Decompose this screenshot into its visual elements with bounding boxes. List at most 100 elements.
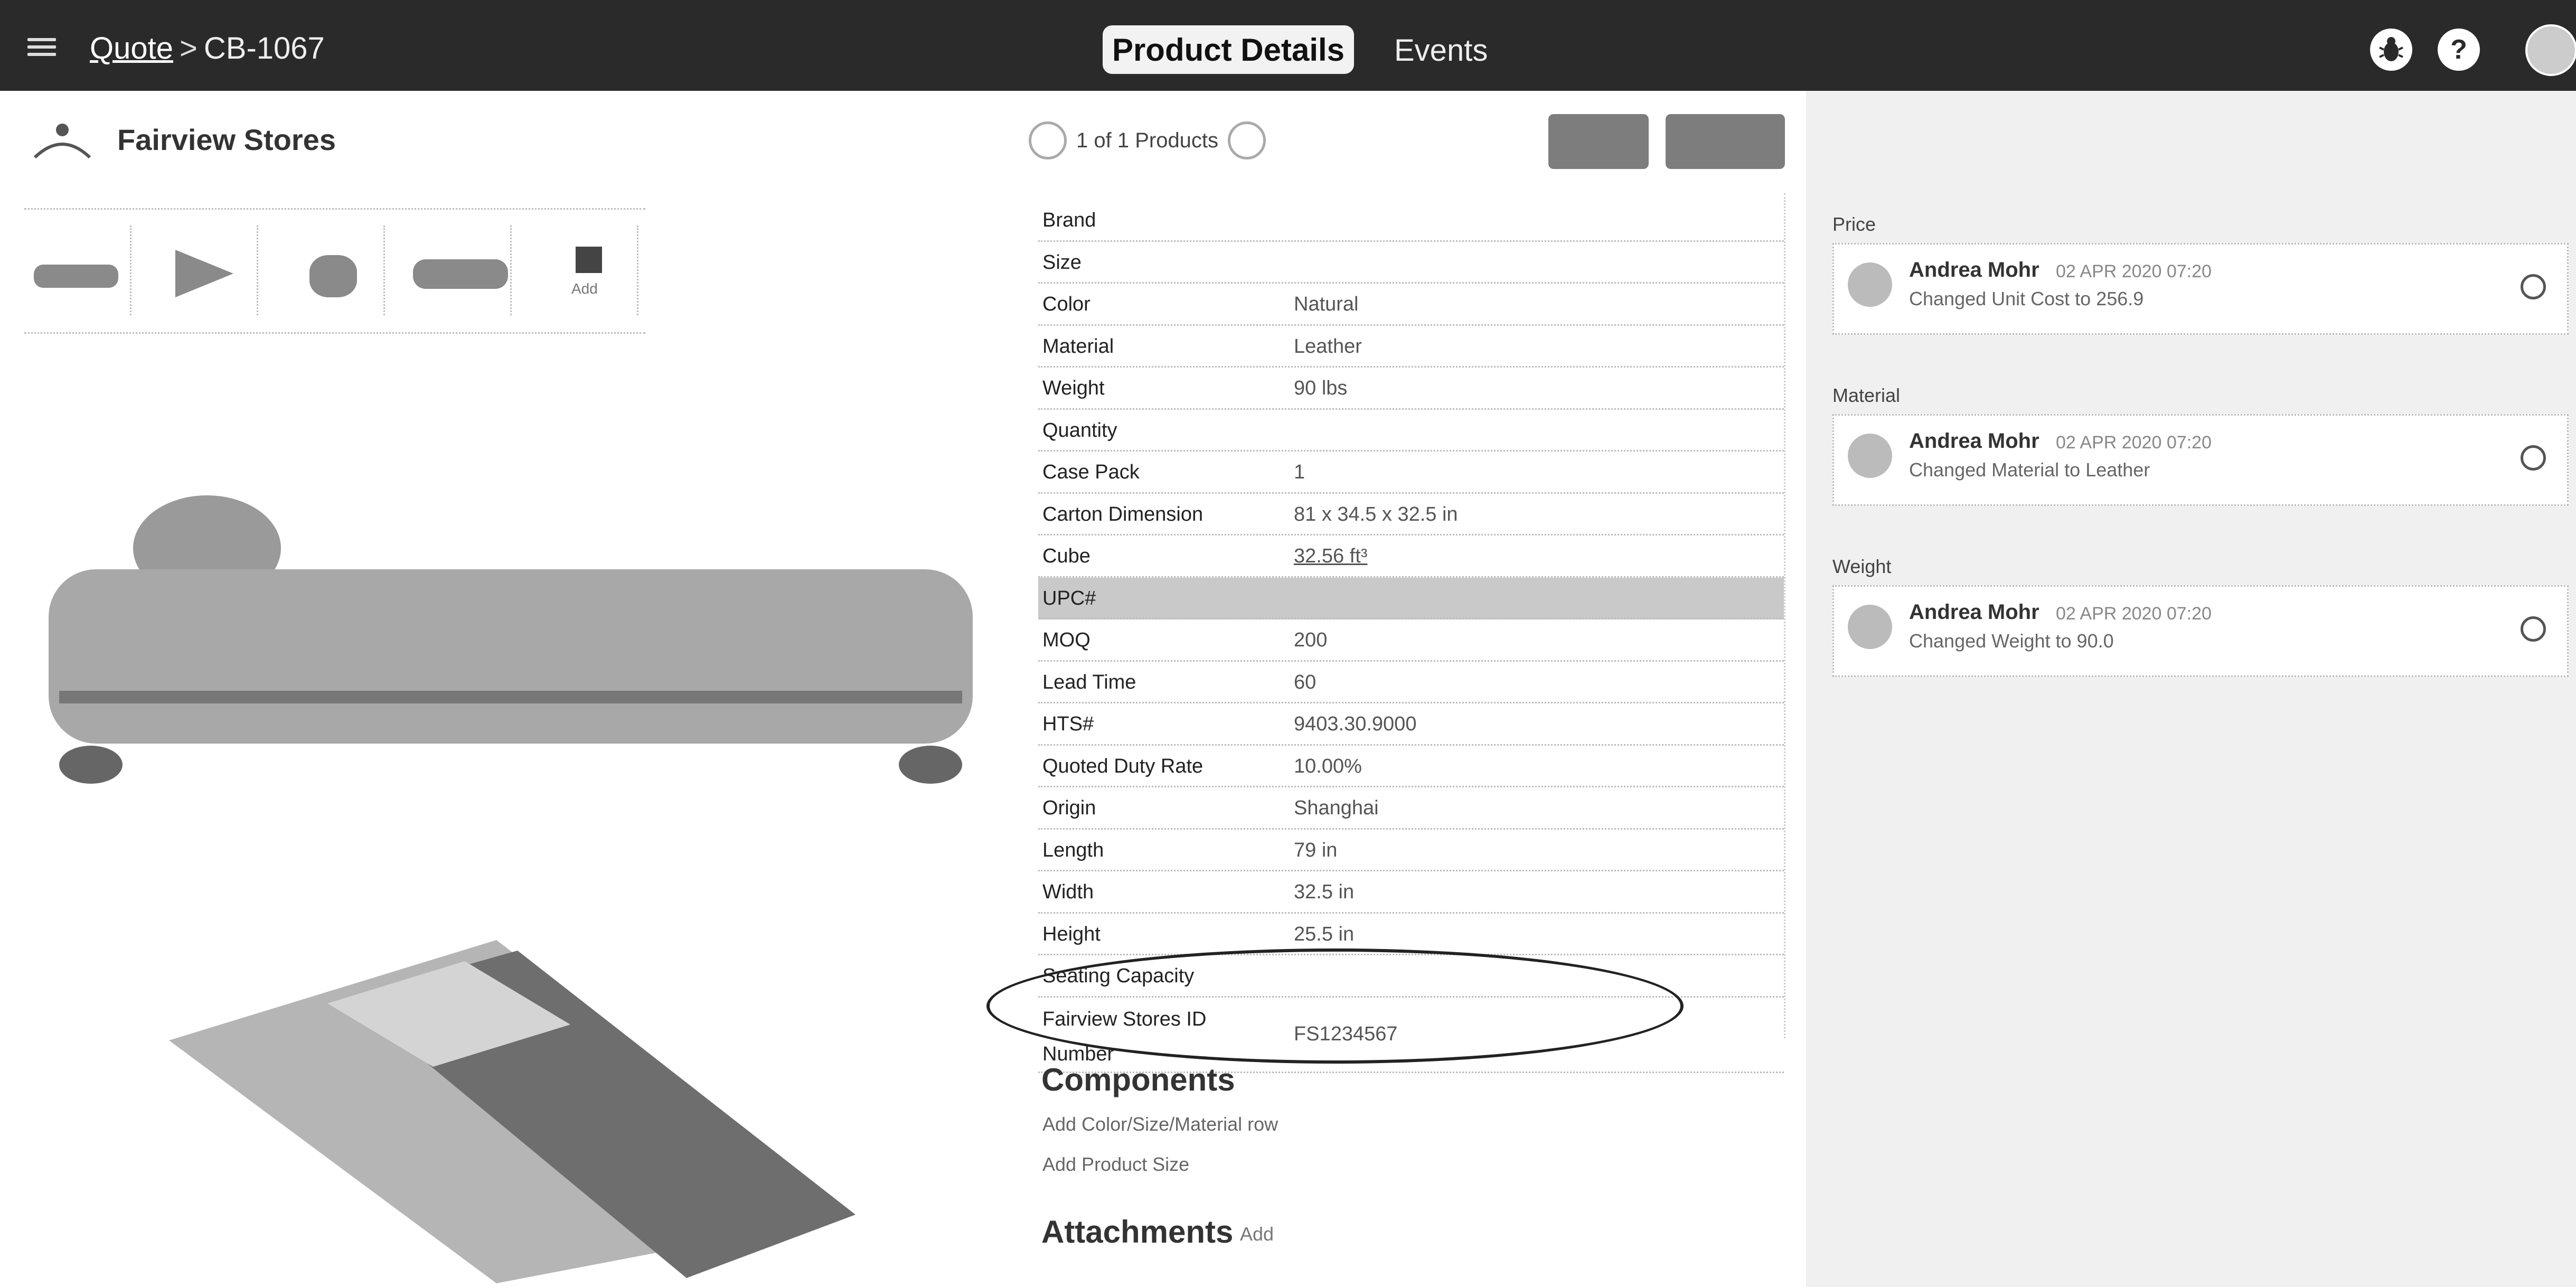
attribute-value[interactable]: 10.00% (1294, 755, 1362, 778)
attribute-key: Case Pack (1042, 461, 1140, 483)
attribute-key: MOQ (1042, 629, 1090, 651)
attribute-row: MOQ 200 (1038, 619, 1784, 662)
attribute-row: Size (1038, 242, 1784, 284)
attribute-key: Width (1042, 881, 1094, 903)
breadcrumb-quote-link[interactable]: Quote (90, 31, 173, 65)
thumbnail-sofa-front[interactable] (24, 226, 131, 315)
event-group-label: Weight (1832, 556, 1892, 577)
attribute-key: Carton Dimension (1042, 503, 1204, 525)
attribute-row: Quoted Duty Rate 10.00% (1038, 746, 1784, 787)
attribute-row: Length 79 in (1038, 830, 1784, 871)
attribute-key: Material (1042, 335, 1114, 358)
product-pager: 1 of 1 Products (1029, 119, 1293, 162)
attribute-row: Quantity (1038, 410, 1784, 452)
attribute-value[interactable]: 79 in (1294, 839, 1337, 862)
event-date: 02 APR 2020 07:20 (2056, 261, 2212, 281)
history-icon[interactable] (2521, 274, 2546, 299)
attribute-row-highlighted: UPC# (1038, 577, 1784, 619)
attribute-key: Brand (1042, 209, 1096, 231)
user-avatar[interactable] (2525, 24, 2576, 76)
add-color-size-material-link[interactable]: Add Color/Size/Material row (1042, 1113, 1278, 1135)
attribute-value[interactable]: 32.56 ft³ (1294, 545, 1367, 568)
event-description: Changed Material to Leather (1909, 459, 2150, 481)
attribute-row: Origin Shanghai (1038, 787, 1784, 830)
attribute-row: Weight 90 lbs (1038, 368, 1784, 410)
attribute-value[interactable]: 32.5 in (1294, 881, 1354, 904)
attribute-value[interactable]: FS1234567 (1294, 1023, 1398, 1046)
attribute-row: Cube 32.56 ft³ (1038, 536, 1784, 578)
event-group-label: Material (1832, 384, 1901, 406)
column-divider (1784, 193, 1785, 1038)
attribute-value[interactable]: Shanghai (1294, 797, 1379, 820)
product-sofa-image (49, 495, 973, 784)
event-card: Andrea Mohr 02 APR 2020 07:20 Changed Un… (1832, 243, 2569, 335)
action-button-b[interactable] (1666, 114, 1785, 169)
event-user: Andrea Mohr (1909, 600, 2039, 624)
attribute-row: Material Leather (1038, 326, 1784, 368)
attribute-value[interactable]: 200 (1294, 629, 1327, 652)
breadcrumb: Quote > CB-1067 (90, 31, 325, 66)
avatar (1848, 605, 1892, 649)
attribute-row: HTS# 9403.30.9000 (1038, 703, 1784, 746)
tab-events[interactable]: Events (1394, 33, 1488, 68)
attribute-value[interactable]: 25.5 in (1294, 923, 1354, 946)
event-date: 02 APR 2020 07:20 (2056, 604, 2212, 624)
event-user: Andrea Mohr (1909, 429, 2039, 453)
event-card: Andrea Mohr 02 APR 2020 07:20 Changed Ma… (1832, 414, 2569, 506)
attachments-add-link[interactable]: Add (1240, 1223, 1274, 1245)
history-icon[interactable] (2521, 445, 2546, 471)
action-button-a[interactable] (1548, 114, 1649, 169)
attribute-key: HTS# (1042, 713, 1094, 735)
event-description: Changed Unit Cost to 256.9 (1909, 288, 2144, 309)
attribute-key: Cube (1042, 545, 1090, 567)
attribute-value[interactable]: 60 (1294, 671, 1316, 694)
attribute-value[interactable]: 9403.30.9000 (1294, 713, 1416, 736)
attribute-value[interactable]: 90 lbs (1294, 377, 1347, 400)
breadcrumb-current: CB-1067 (203, 31, 325, 65)
thumbnail-sofa-side[interactable] (278, 226, 385, 315)
help-icon[interactable]: ? (2438, 29, 2480, 71)
attribute-row: Width 32.5 in (1038, 871, 1784, 914)
attribute-value[interactable]: 81 x 34.5 x 32.5 in (1294, 503, 1458, 526)
attribute-key: Length (1042, 839, 1104, 861)
attribute-value[interactable]: 1 (1294, 461, 1305, 484)
product-attributes-table: Brand Size Color Natural Material Leather … (1038, 200, 1784, 1073)
attribute-row: Lead Time 60 (1038, 662, 1784, 703)
attribute-key: Size (1042, 251, 1082, 274)
attribute-row: Height 25.5 in (1038, 914, 1784, 955)
event-card: Andrea Mohr 02 APR 2020 07:20 Changed We… (1832, 585, 2569, 677)
tab-product-details[interactable]: Product Details (1103, 25, 1354, 74)
components-title: Components (1041, 1062, 1235, 1097)
previous-product-icon[interactable] (1029, 121, 1067, 159)
product-cushion-image (169, 940, 855, 1283)
thumbnail-strip: Add (24, 208, 645, 334)
attribute-row: Case Pack 1 (1038, 452, 1784, 494)
bug-icon[interactable] (2370, 29, 2412, 71)
event-group-weight: Weight Andrea Mohr 02 APR 2020 07:20 Cha… (1832, 556, 2569, 677)
breadcrumb-separator: > (180, 31, 198, 65)
attachments-title: Attachments (1041, 1214, 1234, 1250)
top-bar: Quote > CB-1067 Product Details Events ? (0, 0, 2576, 91)
attribute-row: Color Natural (1038, 284, 1784, 326)
event-group-material: Material Andrea Mohr 02 APR 2020 07:20 C… (1832, 384, 2569, 506)
avatar (1848, 434, 1892, 478)
event-date: 02 APR 2020 07:20 (2056, 433, 2212, 453)
thumbnail-sofa-top[interactable] (405, 226, 512, 315)
history-icon[interactable] (2521, 616, 2546, 642)
thumbnail-add[interactable]: Add (531, 226, 638, 315)
add-product-size-link[interactable]: Add Product Size (1042, 1153, 1189, 1176)
next-product-icon[interactable] (1228, 121, 1266, 159)
attribute-value[interactable]: Leather (1294, 335, 1362, 358)
pager-label: 1 of 1 Products (1076, 128, 1219, 152)
hamburger-menu-icon[interactable] (27, 38, 56, 56)
attribute-key: Weight (1042, 377, 1105, 399)
thumbnail-sofa-angle[interactable] (151, 226, 258, 315)
attribute-key: Quantity (1042, 419, 1117, 441)
attribute-key: Origin (1042, 797, 1096, 819)
attribute-row: Carton Dimension 81 x 34.5 x 32.5 in (1038, 494, 1784, 536)
thumbnail-add-label: Add (571, 280, 598, 297)
attribute-row: Brand (1038, 200, 1784, 242)
attribute-key: Height (1042, 923, 1101, 945)
event-description: Changed Weight to 90.0 (1909, 630, 2114, 652)
attribute-value[interactable]: Natural (1294, 293, 1359, 316)
